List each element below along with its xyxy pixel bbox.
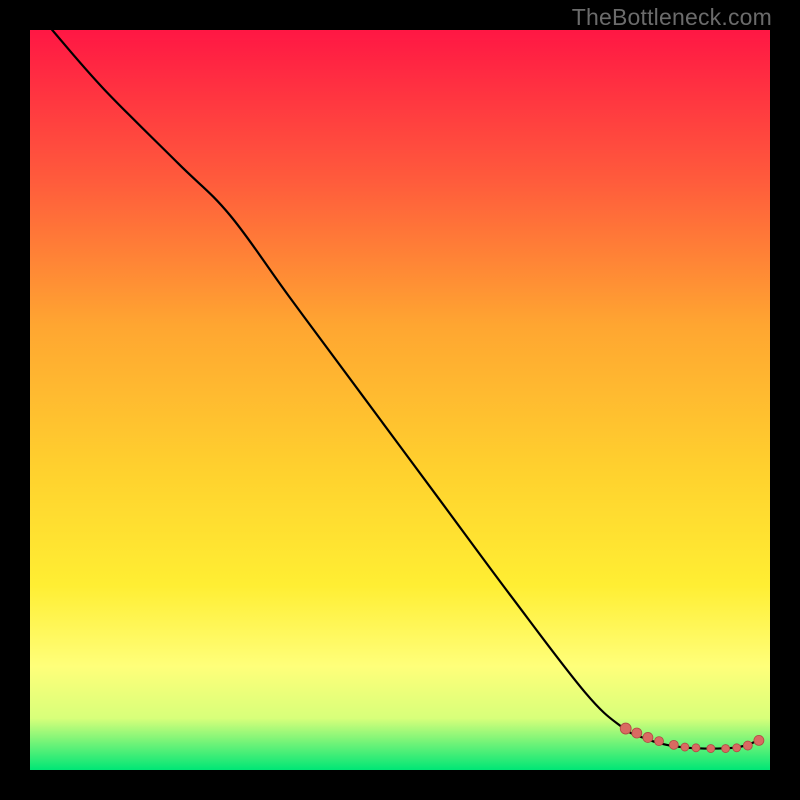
data-marker [620, 723, 631, 734]
data-marker [722, 745, 730, 753]
data-marker [754, 735, 764, 745]
data-marker [743, 741, 752, 750]
chart-plot-area [30, 30, 770, 770]
data-marker [643, 732, 653, 742]
data-marker [692, 744, 700, 752]
watermark-text: TheBottleneck.com [572, 4, 772, 31]
data-marker [655, 737, 664, 746]
data-marker [733, 744, 741, 752]
data-marker [681, 743, 689, 751]
data-marker [669, 740, 678, 749]
chart-svg [30, 30, 770, 770]
data-marker [707, 745, 715, 753]
gradient-background [30, 30, 770, 770]
data-marker [632, 728, 642, 738]
